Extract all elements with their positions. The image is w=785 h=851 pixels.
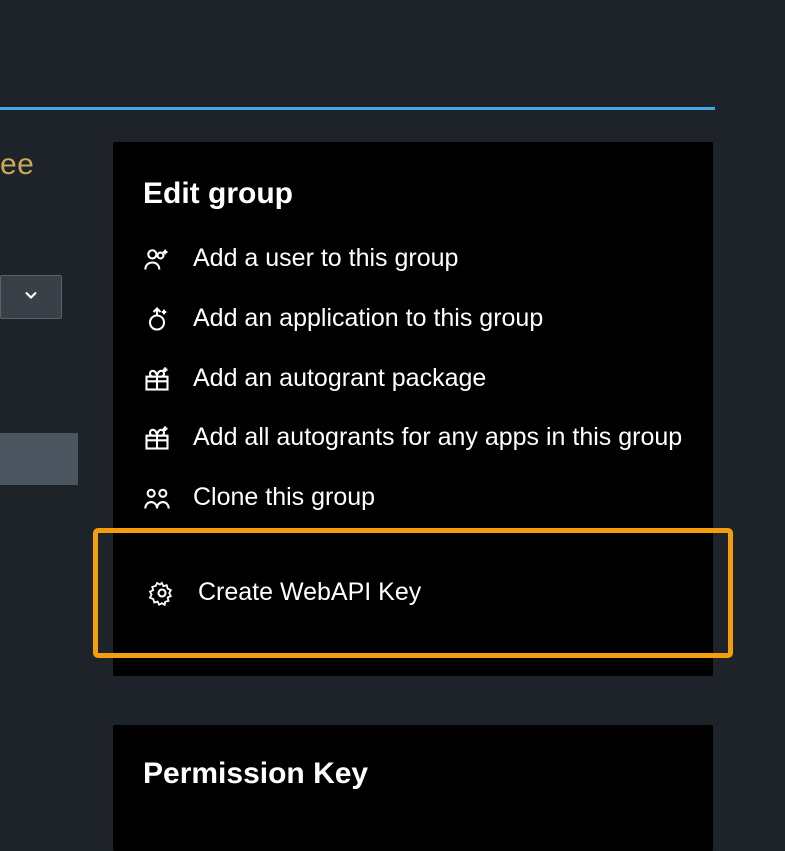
dropdown-fragment[interactable] (0, 275, 62, 319)
top-bar (0, 0, 715, 110)
menu-item-label: Create WebAPI Key (198, 576, 678, 610)
add-autogrant-menu-item[interactable]: Add an autogrant package (113, 349, 713, 409)
menu-item-label: Add all autogrants for any apps in this … (193, 421, 683, 455)
highlighted-action: Create WebAPI Key (93, 528, 733, 658)
gear-icon (148, 579, 176, 607)
edit-group-panel: Edit group Add a user to this group Add … (113, 142, 713, 676)
menu-item-label: Add an application to this group (193, 302, 683, 336)
chevron-down-icon (21, 285, 41, 310)
create-webapi-key-menu-item[interactable]: Create WebAPI Key (98, 563, 728, 623)
permission-key-title: Permission Key (143, 757, 683, 791)
menu-item-label: Add a user to this group (193, 242, 683, 276)
edit-group-title: Edit group (113, 177, 713, 229)
add-package-icon (143, 365, 171, 393)
add-package-icon (143, 424, 171, 452)
clone-group-menu-item[interactable]: Clone this group (113, 468, 713, 528)
sidebar-item-fragment[interactable] (0, 433, 78, 485)
menu-item-label: Add an autogrant package (193, 362, 683, 396)
add-app-icon (143, 305, 171, 333)
add-application-menu-item[interactable]: Add an application to this group (113, 289, 713, 349)
permission-key-panel: Permission Key (113, 725, 713, 851)
menu-item-label: Clone this group (193, 481, 683, 515)
add-user-menu-item[interactable]: Add a user to this group (113, 229, 713, 289)
cropped-text-fragment: ee (0, 148, 34, 182)
add-user-icon (143, 245, 171, 273)
add-all-autogrants-menu-item[interactable]: Add all autogrants for any apps in this … (113, 408, 713, 468)
clone-group-icon (143, 484, 171, 512)
